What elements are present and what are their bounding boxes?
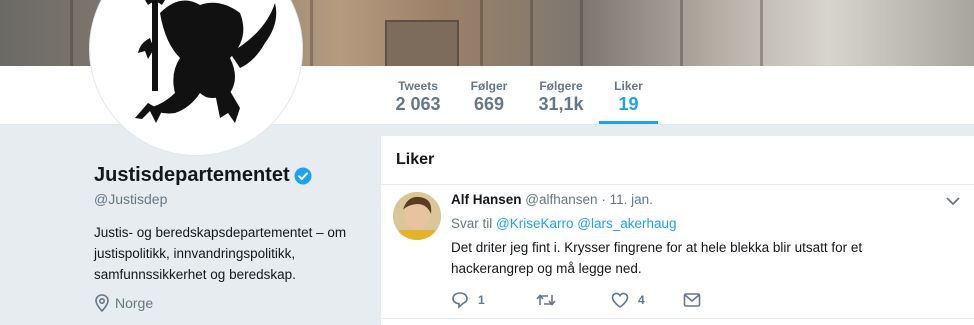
stat-label: Tweets [398, 79, 438, 93]
panel-title: Liker [396, 151, 435, 168]
location-pin-icon [95, 294, 109, 312]
stat-value: 669 [473, 94, 505, 114]
chevron-down-icon[interactable] [946, 196, 960, 206]
like-action[interactable]: 4 [611, 292, 683, 308]
profile-location: Norge [94, 294, 153, 312]
reply-prefix: Svar til [451, 216, 493, 231]
stat-tweets[interactable]: Tweets 2 063 [392, 66, 444, 124]
retweet-action[interactable] [536, 292, 611, 308]
verified-badge-icon [294, 167, 312, 184]
tweet-text: Det driter jeg fint i. Krysser fingrene … [451, 240, 863, 276]
reply-mention[interactable]: @KriseKarro [496, 216, 573, 231]
location-text: Norge [115, 295, 154, 311]
message-action[interactable] [683, 292, 701, 308]
profile-name[interactable]: Justisdepartementet [94, 164, 312, 187]
banner-door [385, 20, 459, 66]
profile-avatar[interactable] [89, 0, 303, 156]
profile-name-text: Justisdepartementet [94, 164, 290, 186]
tweet-actions: 1 4 [451, 291, 701, 309]
message-icon [683, 293, 701, 307]
reply-mention[interactable]: @lars_akerhaug [577, 216, 676, 231]
tweet-separator: · [601, 192, 606, 207]
like-count: 4 [638, 293, 645, 307]
stat-label: Liker [614, 79, 643, 93]
stat-value: 2 063 [395, 94, 441, 114]
likes-panel: Liker Alf Hansen @alfhansen · 11. jan. S… [381, 136, 974, 325]
stat-value: 31,1k [538, 94, 584, 114]
stat-likes[interactable]: Liker 19 [599, 66, 658, 124]
user-photo-icon [393, 192, 441, 240]
retweet-icon [536, 294, 556, 306]
tweet-author-avatar[interactable] [393, 192, 441, 240]
tweet-header: Alf Hansen @alfhansen · 11. jan. [451, 192, 653, 207]
profile-bio: Justis- og beredskapsdepartementet – om … [94, 225, 347, 282]
stat-value: 19 [618, 94, 639, 114]
coat-of-arms-lion-icon [135, 0, 277, 123]
stat-label: Følger [470, 79, 508, 93]
stat-label: Følgere [539, 79, 583, 93]
reply-icon [452, 292, 468, 309]
stat-followers[interactable]: Følgere 31,1k [535, 66, 587, 124]
tweet-author-handle[interactable]: @alfhansen [525, 192, 597, 207]
tweet-date[interactable]: 11. jan. [610, 192, 653, 207]
reply-context: Svar til @KriseKarro @lars_akerhaug [451, 216, 677, 231]
reply-action[interactable]: 1 [451, 291, 536, 309]
stat-following[interactable]: Følger 669 [466, 66, 512, 124]
divider [381, 318, 974, 319]
panel-header: Liker [381, 136, 974, 185]
tweet-author-name[interactable]: Alf Hansen [451, 192, 522, 207]
profile-handle[interactable]: @Justisdep [94, 191, 167, 207]
heart-icon [611, 292, 629, 308]
reply-count: 1 [478, 293, 485, 307]
